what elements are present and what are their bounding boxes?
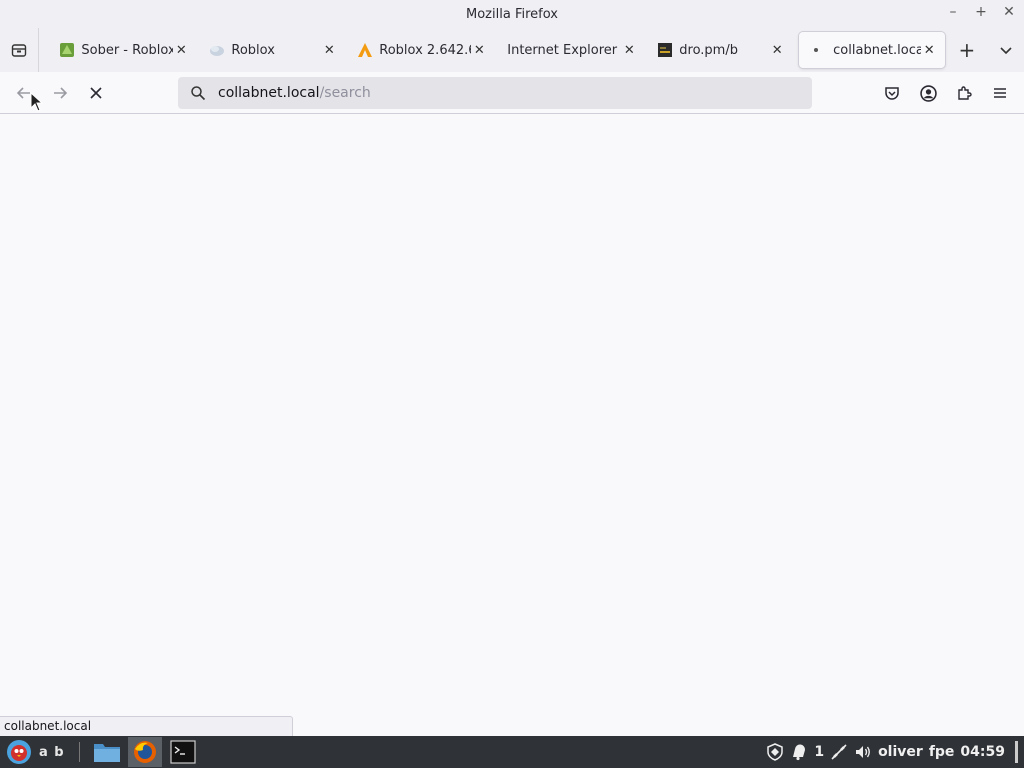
clock[interactable]: 04:59	[960, 744, 1005, 760]
notification-bell-icon[interactable]	[790, 743, 808, 761]
sober-icon	[59, 42, 75, 58]
roblox-cloud-icon	[209, 42, 225, 58]
taskbar-firefox-button[interactable]	[127, 737, 162, 767]
tab-close-icon[interactable]: ✕	[321, 43, 337, 58]
tab-close-icon[interactable]: ✕	[471, 43, 487, 58]
loading-dot-icon	[811, 42, 827, 58]
maximize-icon[interactable]: +	[974, 4, 988, 20]
show-desktop-button[interactable]	[1015, 741, 1018, 763]
pocket-button[interactable]	[876, 77, 908, 109]
tab-label: Roblox 2.642.6	[379, 42, 472, 58]
tab-roblox-version[interactable]: Roblox 2.642.6 ✕	[345, 32, 495, 68]
status-panel: collabnet.local	[0, 716, 293, 736]
firefox-view-icon	[11, 44, 27, 57]
toolbar-actions	[876, 77, 1016, 109]
tab-close-icon[interactable]: ✕	[173, 43, 189, 58]
tab-label: dro.pm/b	[679, 42, 738, 58]
url-path: /search	[319, 85, 371, 101]
user-name[interactable]: oliver	[878, 744, 923, 760]
search-icon	[191, 86, 206, 101]
taskbar: a b 1 oliver fpe 04:59	[0, 736, 1024, 768]
window-title: Mozilla Firefox	[466, 6, 558, 22]
keyboard-layout[interactable]: fpe	[929, 744, 955, 760]
app-menu-button[interactable]	[984, 77, 1016, 109]
account-button[interactable]	[912, 77, 944, 109]
mouse-cursor-icon	[30, 92, 44, 112]
tab-label: collabnet.local/	[833, 42, 922, 58]
url-text[interactable]: collabnet.local/search	[218, 85, 371, 101]
forward-button[interactable]	[44, 77, 76, 109]
firefox-icon	[133, 741, 156, 763]
close-icon	[90, 86, 102, 99]
workspace-switcher[interactable]: a b	[39, 745, 65, 760]
terminal-icon	[170, 740, 196, 764]
page-content[interactable]	[0, 114, 1024, 736]
notification-count: 1	[814, 744, 825, 760]
tab-strip: Sober - Roblox o ✕ Roblox ✕ Roblox 2.642…	[0, 28, 1024, 72]
system-tray: 1 oliver fpe 04:59	[766, 736, 1018, 768]
window-titlebar: Mozilla Firefox – + ✕	[0, 0, 1024, 28]
tab-dro-pm[interactable]: dro.pm/b ✕	[645, 32, 793, 68]
shield-icon[interactable]	[766, 743, 784, 761]
warning-a-icon	[357, 42, 373, 58]
angry-bird-icon	[7, 740, 31, 764]
start-menu-button[interactable]	[3, 737, 35, 767]
taskbar-terminal-button[interactable]	[166, 737, 200, 767]
hamburger-menu-icon	[994, 88, 1006, 98]
tab-close-icon[interactable]: ✕	[621, 43, 637, 58]
tab-internet-explorer[interactable]: Internet Explorer is ✕	[495, 32, 645, 68]
close-window-icon[interactable]: ✕	[1002, 4, 1016, 20]
firefox-view-button[interactable]	[0, 28, 40, 72]
tab-close-icon[interactable]: ✕	[921, 43, 937, 58]
url-host: collabnet.local	[218, 85, 320, 101]
stop-button[interactable]	[80, 77, 112, 109]
plus-icon: +	[958, 38, 976, 62]
minimize-icon[interactable]: –	[946, 4, 960, 20]
folder-icon	[93, 744, 120, 762]
tab-close-icon[interactable]: ✕	[769, 43, 785, 58]
window-controls: – + ✕	[946, 4, 1016, 20]
dro-icon	[657, 42, 673, 58]
puzzle-icon	[958, 86, 972, 100]
volume-icon[interactable]	[854, 743, 872, 761]
tab-label: Sober - Roblox o	[81, 42, 174, 58]
chevron-down-icon	[1000, 47, 1012, 55]
list-all-tabs-button[interactable]	[989, 32, 1024, 68]
pocket-icon	[885, 87, 899, 100]
taskbar-separator	[78, 742, 80, 762]
tab-label: Roblox	[231, 42, 275, 58]
extensions-button[interactable]	[948, 77, 980, 109]
account-icon	[919, 84, 937, 102]
url-bar[interactable]: collabnet.local/search	[178, 77, 812, 109]
arrow-right-icon	[54, 86, 68, 99]
tab-roblox[interactable]: Roblox ✕	[197, 32, 345, 68]
new-tab-button[interactable]: +	[949, 32, 984, 68]
tab-collabnet[interactable]: collabnet.local/ ✕	[799, 32, 946, 68]
tab-label: Internet Explorer is	[507, 42, 622, 58]
navigation-toolbar: collabnet.local/search	[0, 72, 1024, 114]
taskbar-files-button[interactable]	[90, 737, 124, 767]
tab-sober-roblox[interactable]: Sober - Roblox o ✕	[47, 32, 197, 68]
network-disconnected-icon[interactable]	[830, 743, 848, 761]
